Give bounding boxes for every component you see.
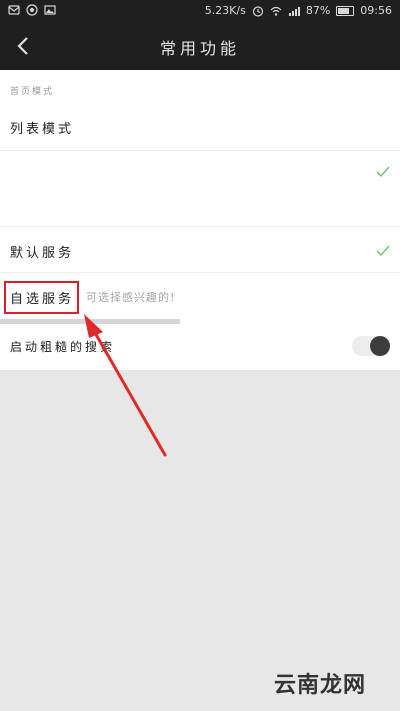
- clock: 09:56: [360, 4, 392, 17]
- settings-card: 首页模式 列表模式 默认服务 自选服务 可选择感兴趣的! 启动粗糙的搜索: [0, 70, 400, 370]
- check-icon: [376, 166, 390, 178]
- page-title: 常用功能: [159, 39, 240, 58]
- app-notification-icon: [26, 4, 38, 16]
- status-right: 5.23K/s 87% 09:56: [205, 4, 392, 18]
- watermark-text: 云南龙网: [273, 673, 366, 698]
- scroll-indicator: [0, 319, 180, 324]
- net-speed: 5.23K/s: [204, 4, 246, 17]
- feature-toggle[interactable]: [352, 336, 390, 356]
- status-bar: 5.23K/s 87% 09:56: [0, 0, 400, 22]
- wifi-icon: [270, 6, 282, 16]
- toggle-row-label: 启动粗糙的搜索: [10, 340, 116, 354]
- divider: [0, 150, 400, 151]
- custom-service-hint: 可选择感兴趣的!: [86, 291, 176, 304]
- toggle-knob: [370, 336, 390, 356]
- list-mode-option[interactable]: 列表模式: [10, 118, 74, 137]
- battery-icon: [336, 6, 355, 16]
- section-label: 首页模式: [10, 87, 55, 97]
- nav-bar: 常用功能: [0, 22, 400, 70]
- check-icon: [376, 245, 390, 257]
- image-icon: [44, 5, 56, 15]
- custom-service-option[interactable]: 自选服务: [10, 288, 74, 307]
- battery-percent: 87%: [305, 4, 331, 17]
- default-service-option[interactable]: 默认服务: [10, 242, 74, 261]
- alarm-icon: [252, 6, 263, 17]
- status-left: [8, 4, 56, 16]
- signal-icon: [288, 7, 300, 16]
- divider: [0, 272, 400, 273]
- divider: [0, 226, 400, 227]
- message-icon: [8, 5, 20, 15]
